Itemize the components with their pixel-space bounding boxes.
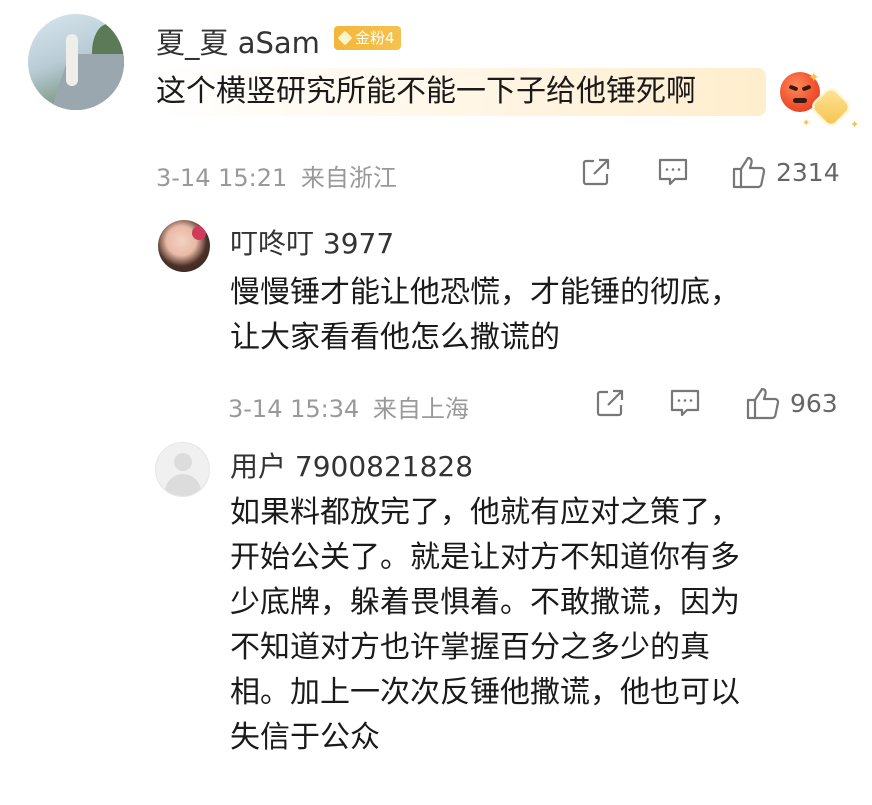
reply-text-line: 如果料都放完了，他就有应对之策了， — [230, 495, 740, 530]
reply-username[interactable]: 叮咚叮 3977 — [230, 222, 394, 262]
reply-text-line: 开始公关了。就是让对方不知道你有多 — [230, 540, 740, 575]
reply-text-line: 慢慢锤才能让他恐慌，才能锤的彻底， — [230, 275, 740, 310]
sparkle-icon: ✦ — [850, 118, 860, 131]
reply-text-line: 让大家看看他怎么撒谎的 — [230, 320, 560, 355]
comment-icon[interactable] — [668, 387, 702, 419]
share-icon[interactable] — [580, 156, 612, 188]
share-icon[interactable] — [594, 387, 626, 419]
diamond-icon — [337, 30, 353, 46]
comment-text: 这个横竖研究所能不能一下子给他锤死啊 — [156, 68, 766, 116]
reply-text-line: 失信于公众 — [230, 720, 380, 755]
reply-text-line: 不知道对方也许掌握百分之多少的真 — [230, 630, 710, 665]
avatar[interactable] — [28, 14, 124, 110]
avatar[interactable] — [155, 442, 210, 497]
like-button[interactable]: 2314 — [730, 154, 840, 190]
comment-icon[interactable] — [656, 156, 690, 188]
reply-text-line: 少底牌，躲着畏惧着。不敢撒谎，因为 — [230, 585, 740, 620]
sparkle-icon: ✦ — [802, 118, 811, 129]
comment-time: 3-14 15:21 — [156, 164, 288, 192]
reply-text-line: 相。加上一次次反锤他撒谎，他也可以 — [230, 675, 740, 710]
thumbs-up-icon — [744, 385, 782, 421]
sparkle-icon: ✦ — [808, 70, 820, 86]
comment-meta: 3-14 15:21 来自浙江 — [156, 158, 397, 193]
avatar[interactable] — [158, 220, 210, 272]
reply-text: 慢慢锤才能让他恐慌，才能锤的彻底， 让大家看看他怎么撒谎的 — [230, 270, 740, 360]
reply-meta: 3-14 15:34 来自上海 — [228, 389, 469, 424]
reply-location: 来自上海 — [372, 395, 469, 423]
like-count: 963 — [790, 388, 838, 418]
like-count: 2314 — [776, 157, 840, 187]
reply-username[interactable]: 用户 7900821828 — [230, 445, 473, 485]
fan-badge[interactable]: 金粉4 — [334, 26, 401, 50]
reply-time: 3-14 15:34 — [228, 395, 360, 423]
comment-location: 来自浙江 — [300, 164, 397, 192]
comment-username[interactable]: 夏_夏 aSam — [156, 20, 320, 62]
like-button[interactable]: 963 — [744, 385, 838, 421]
reply-text: 如果料都放完了，他就有应对之策了， 开始公关了。就是让对方不知道你有多 少底牌，… — [230, 490, 740, 760]
fan-badge-label: 金粉4 — [355, 29, 395, 47]
thumbs-up-icon — [730, 154, 768, 190]
